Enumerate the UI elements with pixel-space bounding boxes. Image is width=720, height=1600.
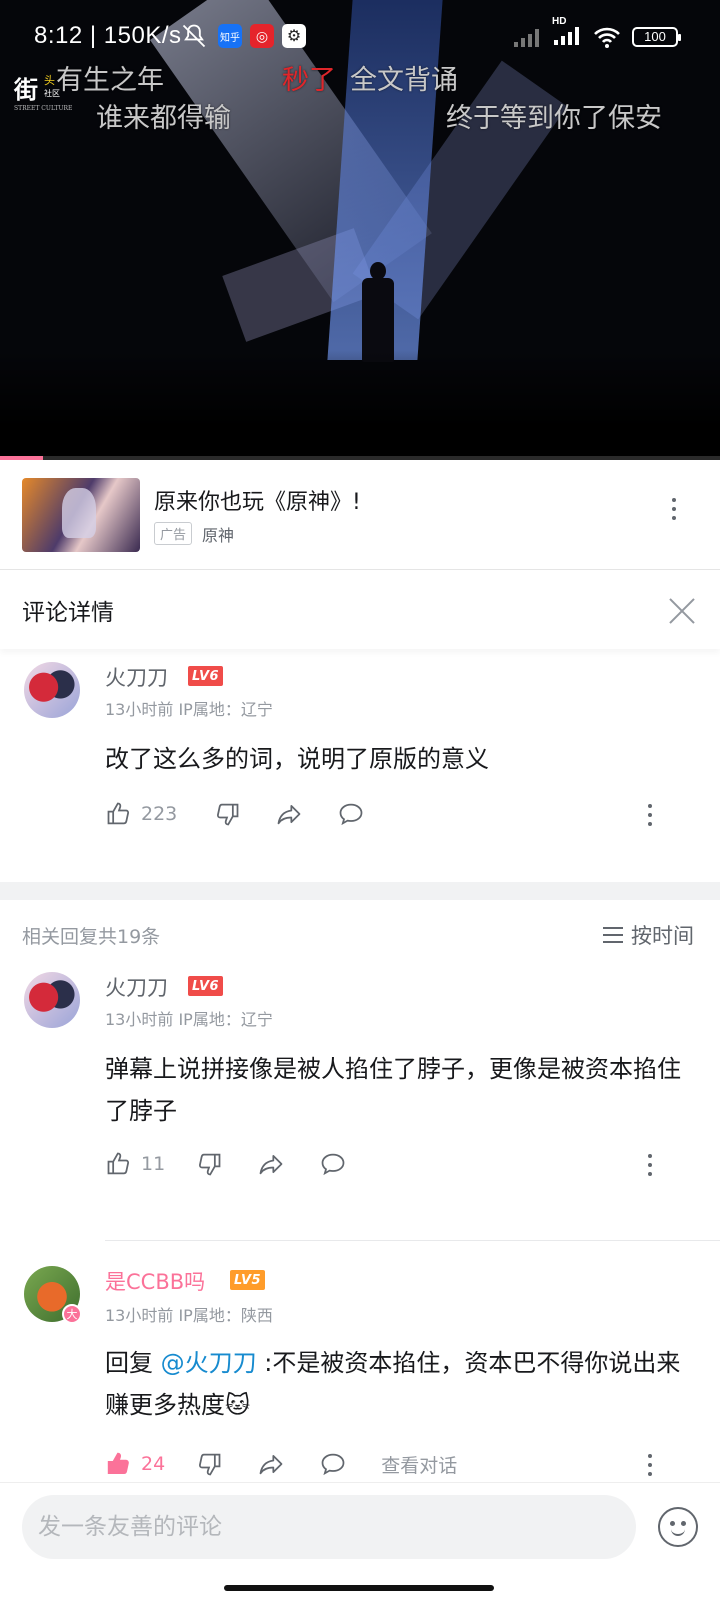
avatar[interactable]	[24, 972, 80, 1028]
comment-bubble-icon	[321, 1453, 345, 1476]
comment-input[interactable]	[22, 1495, 636, 1559]
comment-input-bar	[0, 1482, 720, 1600]
crowd-shadow	[0, 350, 720, 460]
comment-actions: 11	[105, 1148, 695, 1180]
mention-link[interactable]: @火刀刀	[161, 1349, 257, 1377]
danmaku-text: 终于等到你了保安	[446, 103, 662, 134]
share-button[interactable]	[275, 800, 303, 828]
dislike-button[interactable]	[213, 800, 241, 828]
ad-thumbnail[interactable]	[22, 478, 140, 552]
danmaku-text: 全文背诵	[350, 65, 458, 96]
mute-icon	[182, 24, 206, 48]
comment-actions: 24 查看对话	[105, 1448, 695, 1480]
danmaku-text: 秒了	[282, 65, 336, 96]
more-options-icon[interactable]	[648, 1454, 652, 1476]
sort-label: 按时间	[631, 924, 694, 948]
signal-off-icon	[514, 28, 539, 47]
emoji-icon[interactable]	[658, 1507, 698, 1547]
like-count: 11	[141, 1153, 166, 1175]
main-comment: 火刀刀 LV6 13小时前 IP属地：辽宁 改了这么多的词，说明了原版的意义 2…	[0, 660, 720, 870]
reply-separator	[105, 1240, 720, 1241]
thumbs-down-icon	[217, 803, 239, 826]
reply-button[interactable]	[319, 1150, 347, 1178]
video-player[interactable]: 8:12 | 150K/s 知乎 ◎ ⚙ HD 100 街 头 社区 STREE…	[0, 0, 720, 460]
more-options-icon[interactable]	[648, 1154, 652, 1176]
zhihu-app-icon: 知乎	[218, 24, 242, 48]
comment-meta: 13小时前 IP属地：辽宁	[105, 1010, 273, 1029]
wifi-icon	[594, 27, 620, 48]
close-icon[interactable]	[668, 597, 696, 625]
share-icon	[277, 804, 301, 825]
performer-silhouette	[358, 262, 398, 362]
reply-item: 火刀刀 LV6 13小时前 IP属地：辽宁 弹幕上说拼接像是被人掐住了脖子，更像…	[0, 970, 720, 1215]
thumbs-up-icon	[107, 1152, 130, 1175]
replies-header: 相关回复共19条 按时间	[0, 900, 720, 966]
share-button[interactable]	[257, 1450, 285, 1478]
danmaku-text: 有生之年	[56, 65, 164, 96]
comment-bubble-icon	[339, 803, 363, 826]
sort-icon	[603, 927, 623, 943]
dislike-button[interactable]	[195, 1450, 223, 1478]
comment-actions: 223	[105, 798, 695, 830]
ad-badge: 广告	[154, 522, 193, 545]
netease-music-icon: ◎	[250, 24, 274, 48]
comment-username[interactable]: 火刀刀	[105, 972, 168, 1002]
view-conversation-link[interactable]: 查看对话	[381, 1451, 457, 1478]
sort-by-time-button[interactable]: 按时间	[603, 920, 694, 950]
comment-text: 弹幕上说拼接像是被人掐住了脖子，更像是被资本掐住了脖子	[105, 1055, 681, 1125]
comment-meta: 13小时前 IP属地：辽宁	[105, 700, 273, 719]
reply-item: 大 是CCBB吗 LV5 13小时前 IP属地：陕西 回复 @火刀刀 :不是被资…	[0, 1266, 720, 1482]
home-indicator[interactable]	[224, 1585, 494, 1591]
level-badge: LV6	[188, 666, 224, 686]
big-member-badge: 大	[62, 1304, 82, 1324]
settings-icon: ⚙	[282, 24, 306, 48]
share-button[interactable]	[257, 1150, 285, 1178]
level-badge: LV6	[188, 976, 224, 996]
reply-button[interactable]	[319, 1450, 347, 1478]
thumbs-up-filled-icon	[107, 1452, 129, 1475]
reply-prefix: 回复	[105, 1349, 161, 1377]
danmaku-text: 谁来都得输	[96, 103, 231, 134]
avatar[interactable]	[24, 662, 80, 718]
level-badge: LV5	[230, 1270, 266, 1290]
thumbs-down-icon	[199, 1453, 221, 1476]
ad-card[interactable]: 原来你也玩《原神》! 广告 原神	[0, 460, 720, 570]
panel-title: 评论详情	[22, 600, 114, 626]
share-icon	[259, 1154, 283, 1175]
signal-hd-icon: HD	[552, 16, 582, 49]
status-time-speed: 8:12 | 150K/s	[34, 22, 182, 49]
reply-count: 相关回复共19条	[22, 926, 161, 948]
battery-icon: 100	[632, 26, 681, 47]
like-count: 223	[141, 803, 178, 825]
comment-text: 改了这么多的词，说明了原版的意义	[105, 745, 489, 773]
thumbs-down-icon	[199, 1153, 221, 1176]
like-button-active[interactable]: 24	[105, 1450, 165, 1478]
comment-username[interactable]: 火刀刀	[105, 662, 168, 692]
more-options-icon[interactable]	[648, 804, 652, 826]
share-icon	[259, 1454, 283, 1475]
ad-source: 原神	[202, 526, 235, 545]
thumbs-up-icon	[107, 802, 130, 825]
cat-emoji-icon: 🐱	[225, 1391, 251, 1419]
like-count: 24	[141, 1453, 166, 1475]
status-right: HD 100	[512, 16, 681, 49]
comment-text: 回复 @火刀刀 :不是被资本掐住，资本巴不得你说出来赚更多热度🐱	[105, 1342, 695, 1426]
like-button[interactable]: 11	[105, 1150, 165, 1178]
section-divider	[0, 882, 720, 900]
dislike-button[interactable]	[195, 1150, 223, 1178]
comment-detail-header: 评论详情	[0, 571, 720, 649]
comment-bubble-icon	[321, 1153, 345, 1176]
comment-meta: 13小时前 IP属地：陕西	[105, 1306, 273, 1325]
comment-username[interactable]: 是CCBB吗	[105, 1266, 205, 1296]
reply-button[interactable]	[337, 800, 365, 828]
more-options-icon[interactable]	[672, 498, 676, 520]
ad-title[interactable]: 原来你也玩《原神》!	[154, 484, 361, 516]
like-button[interactable]: 223	[105, 800, 177, 828]
